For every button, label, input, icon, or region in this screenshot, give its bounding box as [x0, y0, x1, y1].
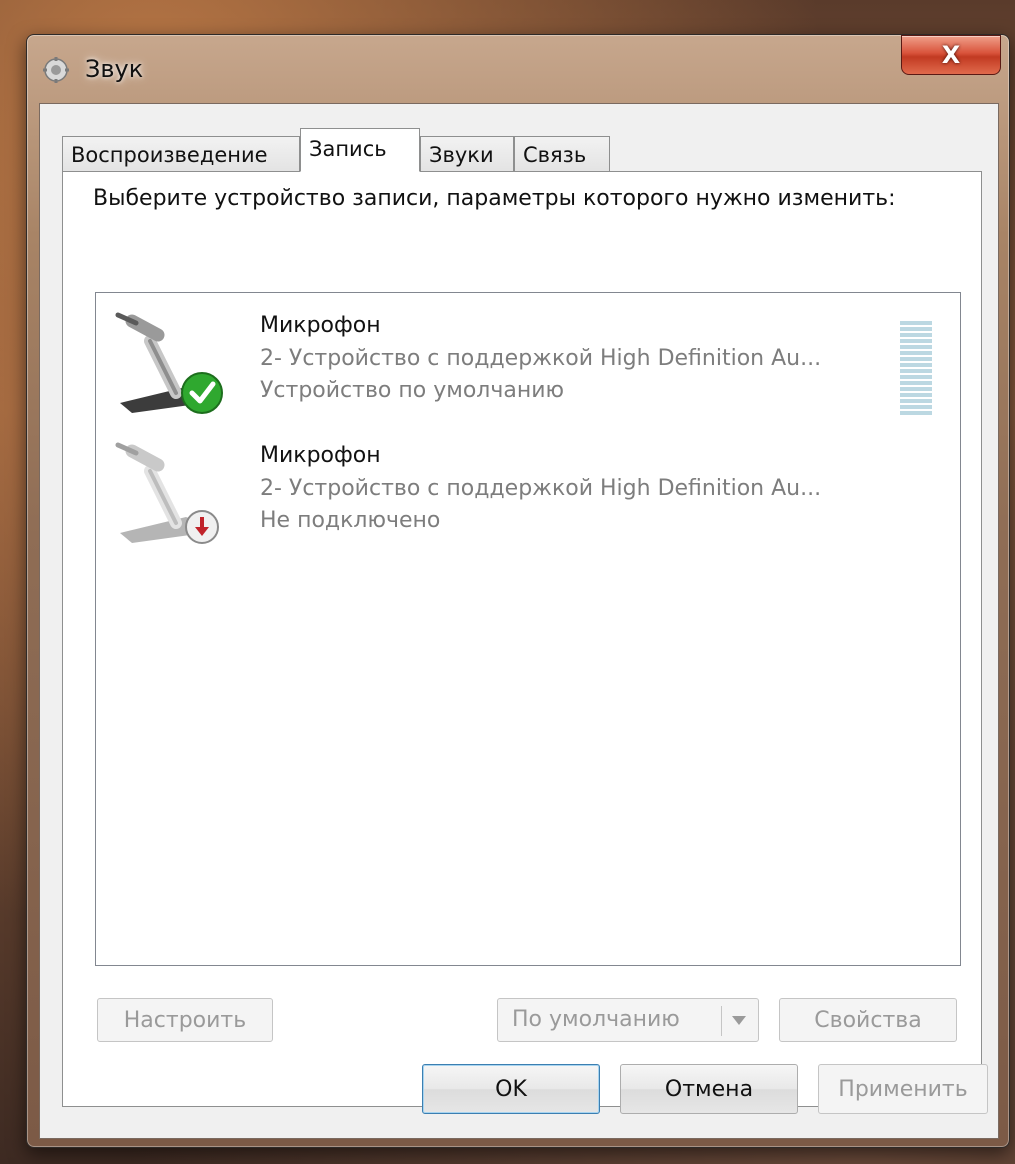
device-status: Устройство по умолчанию: [260, 378, 565, 403]
instruction-text: Выберите устройство записи, параметры ко…: [93, 186, 896, 211]
device-description: 2- Устройство с поддержкой High Definiti…: [260, 476, 822, 501]
split-separator: [721, 1006, 722, 1036]
dialog-client-area: Воспроизведение Запись Звуки Связь Выбер…: [39, 103, 999, 1139]
device-name: Микрофон: [260, 313, 381, 338]
title-bar[interactable]: Звук X: [27, 35, 1009, 101]
microphone-disconnected-icon: [115, 442, 219, 544]
close-icon: X: [941, 41, 961, 69]
properties-button[interactable]: Свойства: [779, 998, 957, 1042]
device-status: Не подключено: [260, 508, 441, 533]
apply-button[interactable]: Применить: [818, 1064, 988, 1114]
recording-device-list[interactable]: Микрофон 2- Устройство с поддержкой High…: [95, 292, 961, 966]
window-title: Звук: [85, 55, 144, 83]
speaker-gear-icon: [43, 57, 69, 83]
tab-sounds[interactable]: Звуки: [420, 136, 514, 172]
device-item[interactable]: Микрофон 2- Устройство с поддержкой High…: [106, 431, 952, 551]
device-name: Микрофон: [260, 443, 381, 468]
set-default-label: По умолчанию: [512, 1007, 680, 1032]
sound-dialog-window: Звук X Воспроизведение Запись Звуки Связ…: [26, 34, 1010, 1148]
tab-communications[interactable]: Связь: [514, 136, 610, 172]
microphone-default-icon: [115, 312, 223, 414]
tab-recording[interactable]: Запись: [300, 128, 420, 172]
configure-button[interactable]: Настроить: [97, 998, 273, 1042]
set-default-split-button[interactable]: По умолчанию: [497, 998, 759, 1042]
device-description: 2- Устройство с поддержкой High Definiti…: [260, 346, 822, 371]
device-item[interactable]: Микрофон 2- Устройство с поддержкой High…: [106, 301, 952, 421]
ok-button[interactable]: OK: [422, 1064, 600, 1114]
chevron-down-icon[interactable]: [732, 1016, 746, 1025]
tab-playback[interactable]: Воспроизведение: [62, 136, 300, 172]
input-level-meter: [900, 321, 932, 417]
recording-tab-panel: Выберите устройство записи, параметры ко…: [62, 171, 982, 1107]
close-button[interactable]: X: [901, 35, 1001, 75]
cancel-button[interactable]: Отмена: [620, 1064, 798, 1114]
